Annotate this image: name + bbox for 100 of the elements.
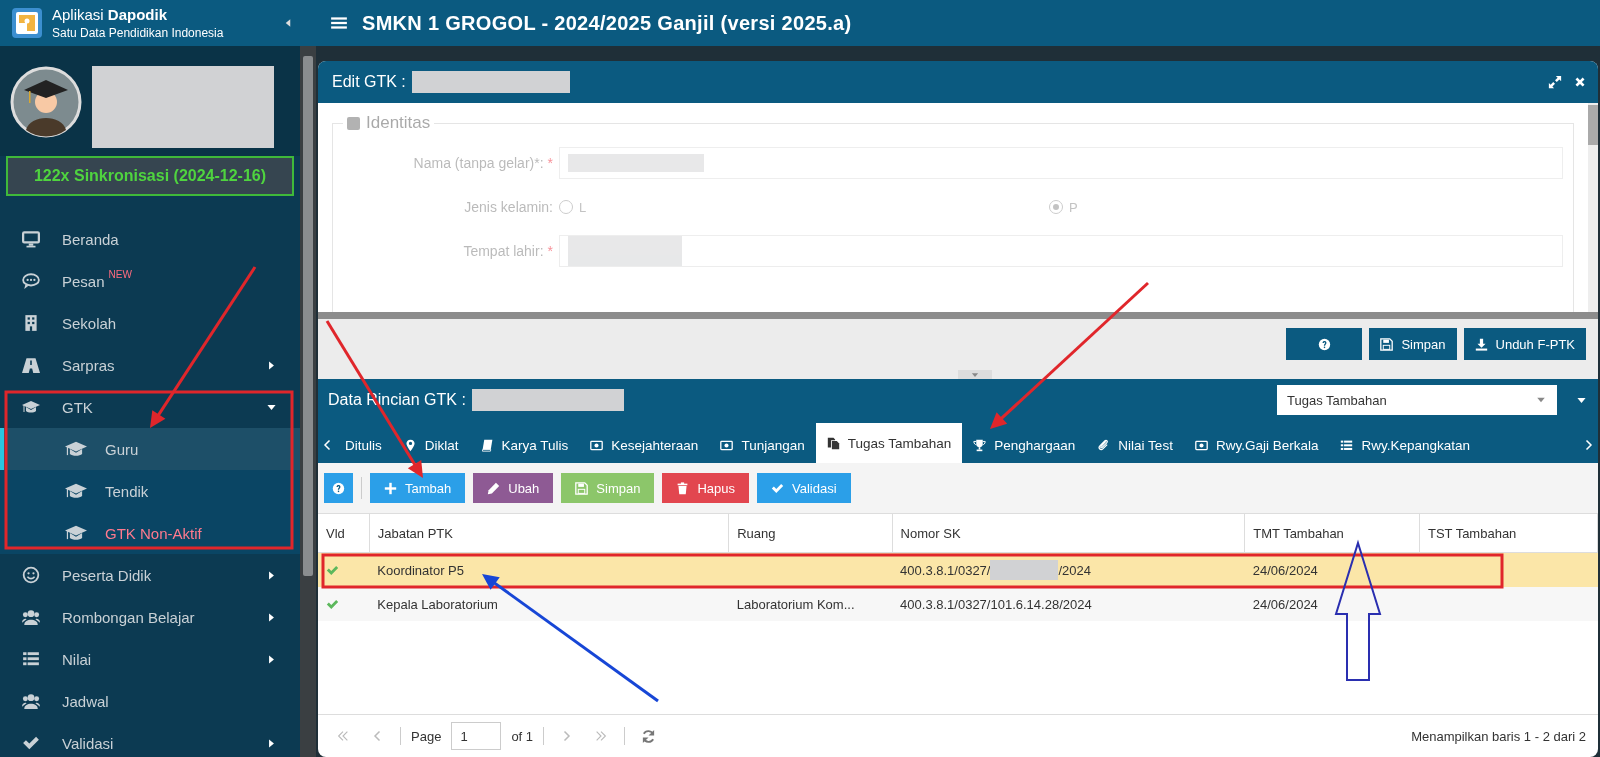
paperclip-icon (1097, 438, 1111, 452)
required-mark: * (547, 243, 553, 259)
column-header[interactable]: Jabatan PTK (369, 514, 729, 553)
nav-item[interactable]: Pesan NEW (0, 260, 300, 302)
nav-item[interactable]: Nilai (0, 638, 300, 680)
nav-item[interactable]: Peserta Didik (0, 554, 300, 596)
double-chevron-right-icon (594, 729, 609, 743)
save-button[interactable]: Simpan (1369, 328, 1457, 360)
input-field[interactable] (559, 235, 1563, 267)
field-label: Nama (tanpa gelar)*: * (412, 155, 553, 171)
nav-item[interactable]: Sekolah (0, 302, 300, 344)
tab[interactable]: Rwy.Gaji Berkala (1183, 427, 1330, 463)
trash-icon (676, 481, 690, 495)
scrollbar-thumb[interactable] (1588, 105, 1598, 145)
table-cell: /2024 (1058, 562, 1091, 578)
column-header[interactable]: Nomor SK (892, 514, 1245, 553)
nav-item[interactable]: Rombongan Belajar (0, 596, 300, 638)
nav-item[interactable]: Validasi (0, 722, 300, 757)
table-cell: Laboratorium Kom... (728, 587, 893, 621)
tab[interactable]: Karya Tulis (469, 427, 580, 463)
column-header[interactable]: Ruang (728, 514, 893, 553)
edit-button[interactable]: Ubah (473, 473, 554, 503)
check-icon (326, 563, 339, 577)
road-icon (22, 356, 40, 374)
splitter-bar[interactable] (318, 312, 1598, 319)
logo-icon (10, 6, 44, 40)
column-header[interactable]: TMT Tambahan (1244, 514, 1420, 553)
tab[interactable]: Diklat (392, 427, 470, 463)
download-button[interactable]: Unduh F-PTK (1463, 328, 1586, 360)
double-chevron-left-icon (336, 729, 350, 743)
nav-subitem[interactable]: Tendik (0, 470, 300, 512)
field-label: Tempat lahir: * (462, 243, 553, 259)
nav-item[interactable]: Jadwal (0, 680, 300, 722)
help-button[interactable] (1286, 328, 1363, 360)
expand-icon (1548, 75, 1562, 89)
new-label: NEW (108, 268, 132, 280)
app-name: Aplikasi Dapodik (52, 6, 169, 23)
fieldset-legend: Identitas (366, 113, 431, 133)
table-cell: Kepala Laboratorium (369, 587, 729, 621)
refresh-icon (641, 728, 657, 744)
required-mark: * (547, 155, 553, 171)
close-icon (1574, 76, 1586, 88)
sync-status: 122x Sinkronisasi (2024-12-16) (6, 156, 294, 196)
money-icon (1194, 438, 1208, 452)
menu-icon (330, 14, 348, 32)
check-icon (22, 734, 40, 752)
download-icon (1474, 337, 1488, 351)
tab[interactable]: Ditulis (334, 427, 393, 463)
tab[interactable]: Tunjangan (709, 427, 816, 463)
table-cell: 400.3.8.1/0327/ (900, 562, 991, 578)
question-icon (332, 481, 345, 495)
scrollbar-thumb[interactable] (303, 56, 313, 576)
table-cell: 24/06/2024 (1244, 587, 1420, 621)
pin-icon (403, 438, 417, 452)
pencil-icon (487, 481, 501, 495)
table-cell: 400.3.8.1/0327/101.6.14.28/2024 (900, 596, 1092, 612)
nav-item[interactable]: GTK (0, 386, 300, 428)
app-subtitle: Satu Data Pendidikan Indonesia (52, 26, 225, 40)
floppy-icon (1380, 337, 1394, 351)
building-icon (22, 314, 40, 332)
paging-status: Menampilkan baris 1 - 2 dari 2 (1411, 728, 1586, 744)
monitor-icon (22, 230, 40, 248)
delete-button[interactable]: Hapus (662, 473, 749, 503)
collapse-icon[interactable] (347, 116, 360, 130)
users-icon (22, 608, 40, 626)
money-icon (590, 438, 604, 452)
column-header[interactable]: TST Tambahan (1419, 514, 1598, 553)
nav-item[interactable]: Beranda (0, 218, 300, 260)
column-header[interactable]: Vld (318, 514, 370, 553)
smile-icon (22, 566, 40, 584)
money-icon (720, 438, 734, 452)
category-dropdown[interactable]: Tugas Tambahan (1277, 385, 1557, 415)
page-title: SMKN 1 GROGOL - 2024/2025 Ganjil (versi 2025.a) (362, 11, 852, 35)
tab[interactable]: Penghargaan (962, 427, 1087, 463)
page-field[interactable]: 1 (451, 722, 502, 750)
field-label: Jenis kelamin: (463, 199, 553, 215)
book-icon (480, 438, 494, 452)
page-label: Page (411, 728, 442, 744)
avatar (10, 66, 82, 138)
redaction-bar (990, 560, 1059, 580)
page-count: of 1 (511, 728, 534, 744)
tab[interactable]: Nilai Test (1086, 427, 1184, 463)
tab[interactable]: Rwy.Kepangkatan (1329, 427, 1481, 463)
tab[interactable]: Kesejahteraan (579, 427, 710, 463)
floppy-icon (575, 481, 589, 495)
table-cell: Koordinator P5 (369, 552, 729, 587)
table-cell: 24/06/2024 (1244, 552, 1420, 587)
tab[interactable]: Tugas Tambahan (815, 423, 963, 463)
panel-title: Edit GTK : (332, 73, 406, 91)
users-icon (22, 692, 40, 710)
list-icon (22, 650, 40, 668)
trophy-icon (973, 438, 987, 452)
plus-icon (384, 481, 397, 495)
check-icon (326, 597, 339, 611)
nav-item[interactable]: Sarpras (0, 344, 300, 386)
question-icon (1317, 337, 1331, 351)
nav-subitem[interactable]: Guru (0, 428, 300, 470)
check-icon (771, 481, 784, 495)
copy-icon (826, 436, 840, 450)
list-icon (1340, 438, 1354, 452)
